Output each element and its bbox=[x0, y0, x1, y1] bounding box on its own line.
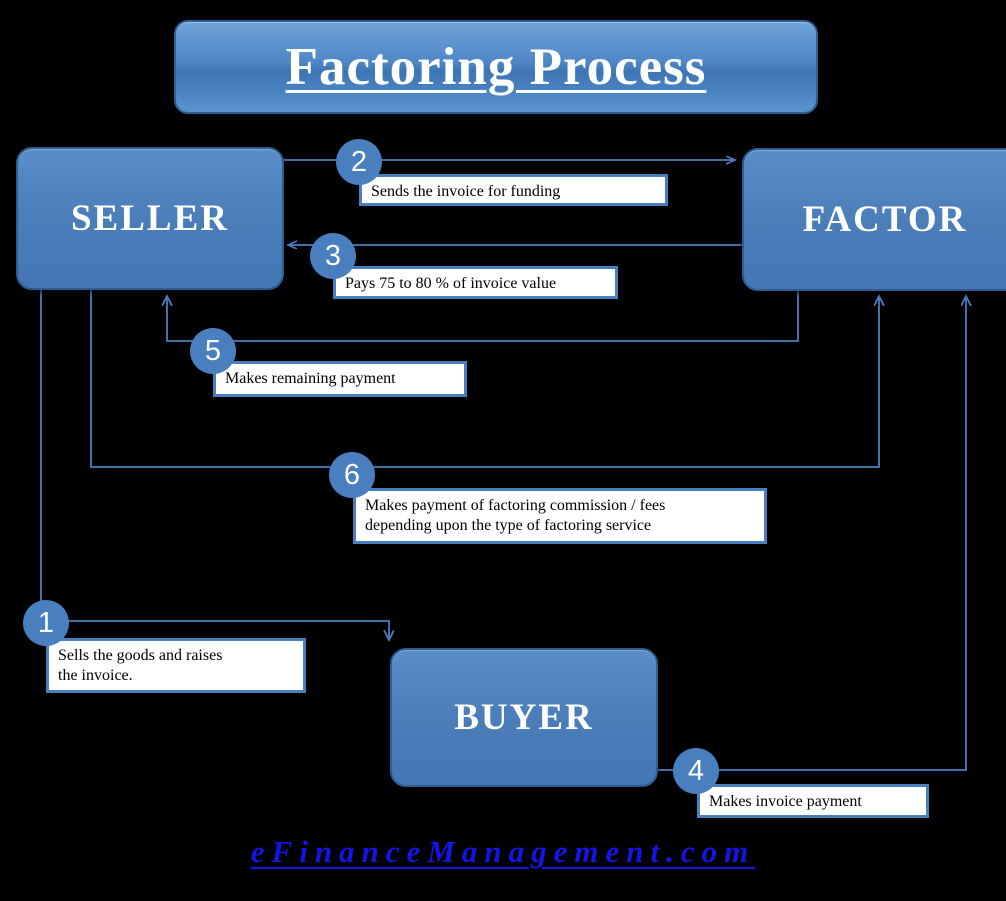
wire-step-6 bbox=[90, 288, 879, 468]
step-caption-3: Pays 75 to 80 % of invoice value bbox=[333, 266, 618, 299]
step-caption-1: Sells the goods and raises the invoice. bbox=[46, 638, 306, 693]
step-number-1: 1 bbox=[23, 600, 69, 646]
step-number-2: 2 bbox=[336, 139, 382, 185]
step-number-3: 3 bbox=[310, 233, 356, 279]
entity-box-factor[interactable]: FACTOR bbox=[742, 148, 1006, 291]
entity-box-seller[interactable]: SELLER bbox=[16, 147, 284, 290]
entity-box-buyer[interactable]: BUYER bbox=[390, 648, 658, 787]
entity-label-factor: FACTOR bbox=[802, 199, 968, 240]
step-number-5: 5 bbox=[190, 328, 236, 374]
entity-label-seller: SELLER bbox=[70, 198, 229, 239]
step-caption-6: Makes payment of factoring commission / … bbox=[353, 488, 767, 544]
entity-label-buyer: BUYER bbox=[454, 697, 594, 738]
step-caption-5: Makes remaining payment bbox=[213, 361, 467, 397]
step-number-6: 6 bbox=[329, 452, 375, 498]
step-caption-4: Makes invoice payment bbox=[697, 784, 929, 818]
step-caption-2: Sends the invoice for funding bbox=[359, 174, 668, 206]
factoring-process-diagram: Factoring Process SELLER FACTOR BUYER 1 … bbox=[0, 0, 1006, 901]
step-number-4: 4 bbox=[673, 748, 719, 794]
